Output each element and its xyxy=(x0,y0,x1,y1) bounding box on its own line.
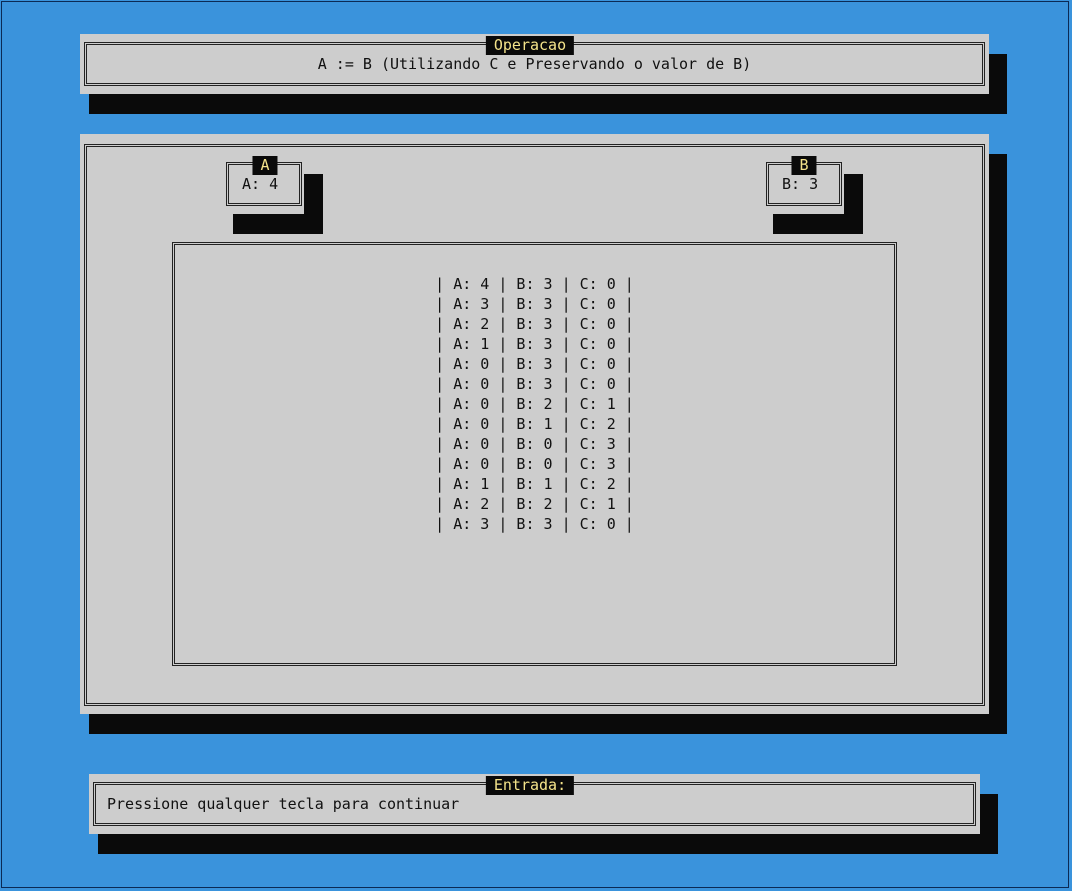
register-a-value: A: 4 xyxy=(242,175,279,193)
register-b-value: B: 3 xyxy=(782,175,819,193)
main-panel: A A: 4 B B: 3 | A: 4 | B: 3 | C: 0 | | A… xyxy=(80,134,989,714)
register-a-box: A A: 4 xyxy=(224,154,304,214)
continue-prompt: Pressione qualquer tecla para continuar xyxy=(107,795,460,813)
trace-row: | A: 3 | B: 3 | C: 0 | xyxy=(435,295,634,313)
trace-row: | A: 3 | B: 3 | C: 0 | xyxy=(435,515,634,533)
operation-description: A := B (Utilizando C e Preservando o val… xyxy=(317,55,752,73)
trace-row: | A: 0 | B: 3 | C: 0 | xyxy=(435,355,634,373)
trace-row: | A: 0 | B: 0 | C: 3 | xyxy=(435,435,634,453)
trace-row: | A: 2 | B: 2 | C: 1 | xyxy=(435,495,634,513)
register-a-title: A xyxy=(252,156,278,175)
input-panel-title: Entrada: xyxy=(485,776,575,795)
trace-row: | A: 4 | B: 3 | C: 0 | xyxy=(435,275,634,293)
operation-panel-title: Operacao xyxy=(485,36,575,55)
input-panel[interactable]: Entrada: Pressione qualquer tecla para c… xyxy=(89,774,980,834)
trace-row: | A: 2 | B: 3 | C: 0 | xyxy=(435,315,634,333)
trace-row: | A: 0 | B: 1 | C: 2 | xyxy=(435,415,634,433)
trace-row: | A: 0 | B: 0 | C: 3 | xyxy=(435,455,634,473)
trace-row: | A: 0 | B: 2 | C: 1 | xyxy=(435,395,634,413)
trace-row: | A: 0 | B: 3 | C: 0 | xyxy=(435,375,634,393)
operation-panel: Operacao A := B (Utilizando C e Preserva… xyxy=(80,34,989,94)
register-b-title: B xyxy=(791,156,817,175)
trace-row: | A: 1 | B: 3 | C: 0 | xyxy=(435,335,634,353)
register-b-box: B B: 3 xyxy=(764,154,844,214)
trace-table: | A: 4 | B: 3 | C: 0 | | A: 3 | B: 3 | C… xyxy=(172,274,897,534)
trace-row: | A: 1 | B: 1 | C: 2 | xyxy=(435,475,634,493)
